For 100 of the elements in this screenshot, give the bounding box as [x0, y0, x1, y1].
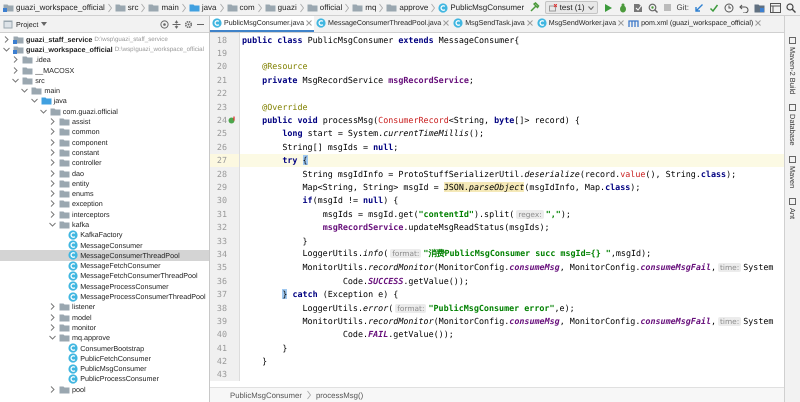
class-icon — [68, 230, 78, 240]
code-line: } — [261, 356, 268, 366]
breadcrumb-item[interactable]: com — [226, 3, 256, 12]
tool-icon — [789, 37, 796, 44]
chevron-icon — [344, 2, 350, 12]
bug-icon[interactable] — [618, 2, 628, 12]
code-line: String msgIdInfo = ProtoStuffSerializerUtil.deserialize(record.value(), String.class); — [302, 168, 736, 179]
undo-icon[interactable] — [739, 2, 749, 12]
arrow-icon[interactable] — [694, 2, 704, 12]
profiler-icon[interactable] — [648, 2, 658, 12]
folder-icon — [59, 220, 70, 229]
code-line: if(msgId != null) { — [302, 195, 398, 206]
folder-icon — [59, 117, 70, 126]
code-line: msgRecordService.updateMsgReadStatus(msgIds); — [322, 222, 550, 232]
chevron-icon — [256, 2, 263, 12]
folder-icon — [59, 168, 70, 178]
coverage-icon[interactable] — [632, 2, 643, 12]
line-number: 23 — [216, 102, 227, 112]
panel-icon — [3, 20, 13, 28]
class-icon — [453, 18, 464, 28]
class-icon — [536, 18, 547, 28]
folder-icon — [22, 76, 34, 85]
folder-icon — [306, 3, 318, 12]
override-icon[interactable] — [228, 116, 236, 124]
line-number: 39 — [216, 316, 227, 326]
line-number: 27 — [216, 155, 227, 166]
line-number: 20 — [216, 61, 227, 72]
breadcrumb-item[interactable]: guazi_workspace_official — [2, 3, 106, 12]
settings-icon[interactable] — [184, 20, 193, 28]
folder-icon — [226, 3, 238, 12]
folder-icon — [59, 127, 70, 136]
close-icon[interactable] — [306, 20, 312, 26]
folder-icon — [40, 96, 52, 106]
folder-icon — [59, 189, 70, 198]
line-number: 41 — [216, 342, 227, 353]
collapse-icon[interactable] — [172, 20, 181, 28]
folder-icon — [59, 210, 70, 219]
line-number: 19 — [216, 48, 227, 58]
folder-icon — [59, 333, 70, 342]
code-line: Map<String, String> msgId = JSON.parseObject(msgIdInfo, Map.class); — [302, 182, 640, 192]
folder-icon — [59, 148, 70, 157]
folder-icon — [59, 384, 70, 394]
line-number: 35 — [216, 262, 227, 272]
clock-icon[interactable] — [724, 2, 734, 12]
close-icon[interactable] — [443, 20, 450, 26]
class-icon — [68, 250, 78, 260]
code-line: } — [302, 236, 308, 246]
line-number: 28 — [216, 168, 227, 179]
maven-icon — [628, 18, 640, 28]
folder-icon[interactable] — [754, 2, 765, 12]
search-icon[interactable] — [786, 2, 796, 12]
close-icon[interactable] — [755, 20, 762, 26]
tool-icon — [789, 156, 796, 163]
class-icon — [68, 374, 78, 384]
chevron-icon — [180, 2, 187, 12]
breadcrumb-item[interactable]: official — [306, 3, 344, 12]
module-folder-icon — [3, 3, 14, 12]
folder-icon — [59, 302, 70, 312]
code-line: String[] msgIds = null; — [281, 142, 398, 152]
breadcrumb-item[interactable]: java — [188, 3, 218, 12]
check-icon[interactable] — [709, 2, 719, 12]
class-icon — [438, 2, 448, 12]
folder-icon — [59, 138, 70, 147]
class-icon — [68, 281, 78, 292]
folder-icon — [386, 3, 398, 12]
breadcrumb-item[interactable]: mq — [351, 3, 378, 12]
breadcrumb-item[interactable]: approve — [385, 3, 430, 12]
play-icon[interactable] — [602, 2, 613, 12]
line-number: 34 — [216, 248, 227, 259]
code-line: @Override — [261, 102, 308, 112]
module-folder-icon — [13, 34, 24, 44]
window-layout-icon[interactable] — [770, 2, 781, 12]
line-number: 18 — [216, 34, 227, 45]
class-icon — [68, 343, 78, 354]
run-configuration-dropdown[interactable]: test (1) — [544, 1, 598, 14]
line-number: 40 — [216, 329, 227, 340]
breadcrumb-item[interactable]: src — [114, 3, 140, 12]
close-icon[interactable] — [526, 20, 533, 26]
close-icon[interactable] — [618, 20, 624, 26]
code-line: Code.FAIL.getValue()); — [342, 329, 454, 340]
code-line: private MsgRecordService msgRecordService; — [261, 74, 474, 85]
class-icon — [68, 353, 78, 364]
tool-icon — [789, 198, 796, 206]
class-icon — [212, 18, 222, 28]
breadcrumb-item[interactable]: main — [147, 3, 180, 12]
code-line: try { — [281, 155, 308, 166]
line-number: 37 — [216, 289, 227, 300]
caret-icon — [588, 6, 594, 10]
folder-icon — [59, 158, 70, 168]
code-line: } — [281, 342, 288, 353]
folder-icon — [59, 199, 70, 208]
hammer-icon[interactable] — [528, 2, 540, 13]
breadcrumb-item[interactable]: PublicMsgConsumer — [437, 2, 526, 12]
breadcrumb-item[interactable]: guazi — [264, 3, 298, 12]
line-number: 25 — [216, 128, 227, 138]
folder-icon — [22, 55, 34, 64]
class-icon — [68, 270, 78, 281]
folder-icon — [352, 3, 364, 12]
line-number: 22 — [216, 88, 227, 98]
locate-icon[interactable] — [160, 20, 169, 28]
